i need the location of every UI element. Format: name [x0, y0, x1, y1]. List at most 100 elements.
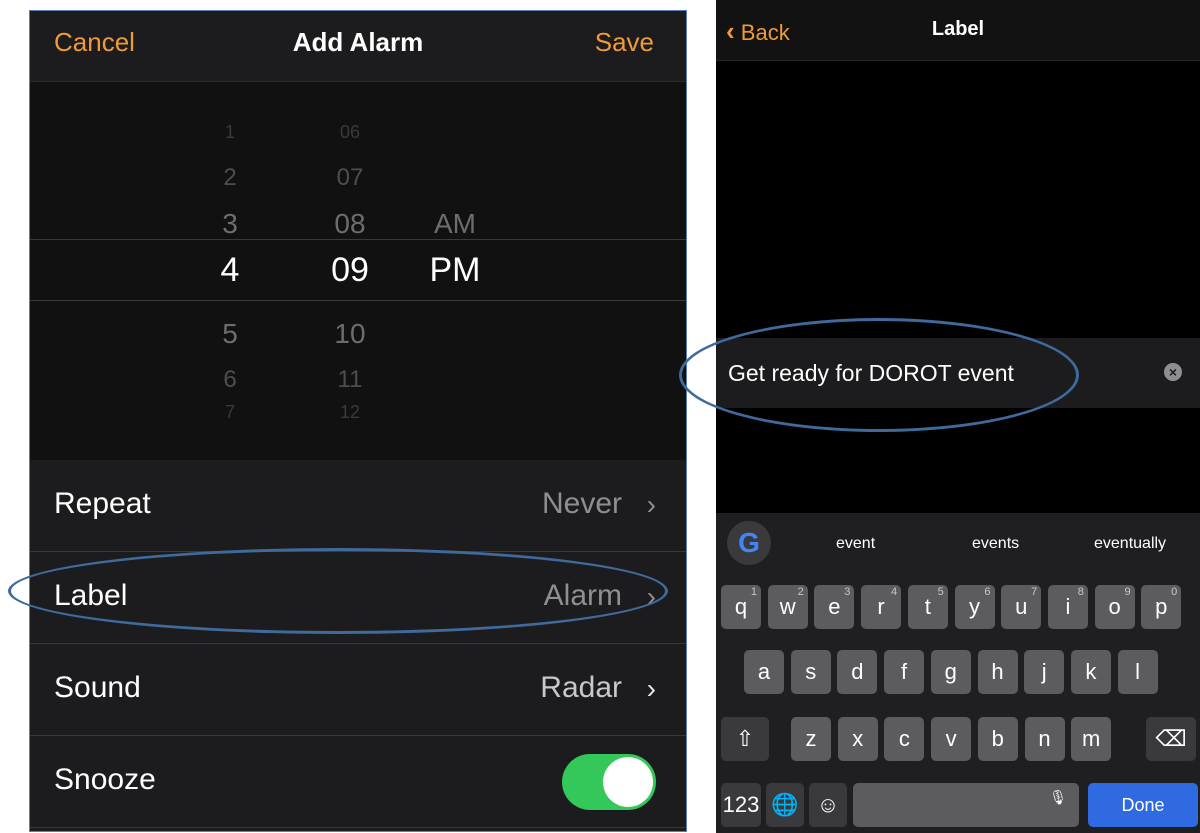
minute-selected[interactable]: 09 [320, 251, 380, 290]
keyboard: G event events eventually q1w2e3r4t5y6u7… [716, 513, 1200, 833]
space-bar[interactable]: 🎙 [853, 783, 1079, 827]
hour-option[interactable]: 5 [210, 318, 250, 350]
key-j[interactable]: j [1024, 650, 1065, 694]
key-label: p [1155, 594, 1168, 619]
key-f[interactable]: f [884, 650, 925, 694]
minute-option[interactable]: 07 [320, 164, 380, 192]
key-n[interactable]: n [1024, 717, 1065, 761]
key-label: v [945, 726, 957, 751]
key-label: m [1082, 726, 1101, 751]
hour-option[interactable]: 1 [210, 122, 250, 143]
suggestion-bar: G event events eventually [716, 513, 1200, 573]
label-input-value[interactable]: Get ready for DOROT event [728, 360, 1014, 387]
nav-bar: ‹ Back Label [716, 0, 1200, 61]
key-r[interactable]: r4 [861, 585, 902, 629]
sound-row[interactable]: Sound Radar › [30, 644, 686, 736]
key-number-hint: 8 [1077, 586, 1084, 598]
alarm-settings-list: Repeat Never › Label Alarm › Sound Radar… [30, 460, 686, 828]
period-selected[interactable]: PM [420, 251, 490, 290]
key-label: x [852, 726, 864, 751]
key-h[interactable]: h [977, 650, 1018, 694]
hour-option[interactable]: 6 [210, 366, 250, 394]
period-option[interactable]: AM [420, 208, 490, 240]
key-g[interactable]: g [930, 650, 971, 694]
key-label: s [805, 659, 817, 684]
key-label: n [1038, 726, 1051, 751]
key-y[interactable]: y6 [954, 585, 995, 629]
key-label: a [757, 659, 771, 684]
minute-option[interactable]: 06 [320, 122, 380, 143]
repeat-row[interactable]: Repeat Never › [30, 460, 686, 552]
label-row[interactable]: Label Alarm › [30, 552, 686, 644]
emoji-icon[interactable]: ☺ [809, 783, 847, 827]
key-e[interactable]: e3 [814, 585, 855, 629]
key-v[interactable]: v [931, 717, 972, 761]
hour-option[interactable]: 7 [210, 402, 250, 423]
key-m[interactable]: m [1071, 717, 1112, 761]
key-b[interactable]: b [977, 717, 1018, 761]
key-p[interactable]: p0 [1141, 585, 1182, 629]
hour-option[interactable]: 2 [210, 164, 250, 192]
key-label: i [1065, 594, 1071, 619]
key-label: h [991, 659, 1004, 684]
google-icon[interactable]: G [727, 521, 771, 565]
minute-option[interactable]: 10 [320, 318, 380, 350]
suggestion[interactable]: event [836, 535, 875, 553]
key-t[interactable]: t5 [907, 585, 948, 629]
key-k[interactable]: k [1070, 650, 1111, 694]
snooze-toggle[interactable] [562, 754, 656, 810]
key-u[interactable]: u7 [1001, 585, 1042, 629]
key-number-hint: 9 [1124, 586, 1131, 598]
chevron-right-icon: › [646, 673, 656, 704]
key-number-hint: 6 [984, 586, 991, 598]
suggestion[interactable]: eventually [1094, 535, 1166, 553]
done-button[interactable]: Done [1088, 783, 1198, 827]
key-o[interactable]: o9 [1094, 585, 1135, 629]
numbers-key[interactable]: 123 [721, 783, 761, 827]
key-c[interactable]: c [884, 717, 925, 761]
page-title: Label [931, 18, 985, 40]
key-number-hint: 5 [937, 586, 944, 598]
globe-icon[interactable]: 🌐 [766, 783, 804, 827]
key-i[interactable]: i8 [1047, 585, 1088, 629]
key-x[interactable]: x [837, 717, 878, 761]
repeat-value: Never [541, 487, 622, 520]
label-text-field[interactable]: Get ready for DOROT event × [716, 338, 1200, 408]
minute-option[interactable]: 12 [320, 402, 380, 423]
suggestion[interactable]: events [972, 535, 1019, 553]
save-button[interactable]: Save [595, 27, 654, 58]
label-value: Alarm [543, 579, 622, 612]
key-d[interactable]: d [837, 650, 878, 694]
key-label: f [901, 659, 908, 684]
mic-icon[interactable]: 🎙 [1049, 775, 1067, 819]
key-number-hint: 3 [844, 586, 851, 598]
hour-selected[interactable]: 4 [210, 251, 250, 290]
minute-option[interactable]: 08 [320, 208, 380, 240]
time-picker[interactable]: 1 2 3 4 5 6 7 06 07 08 09 10 11 12 AM PM [30, 82, 686, 460]
key-s[interactable]: s [790, 650, 831, 694]
key-label: o [1108, 594, 1121, 619]
key-w[interactable]: w2 [767, 585, 808, 629]
key-label: t [924, 594, 931, 619]
key-a[interactable]: a [744, 650, 784, 694]
clear-icon[interactable]: × [1164, 363, 1182, 381]
key-label: j [1041, 659, 1047, 684]
nav-bar: Cancel Add Alarm Save [30, 11, 686, 82]
page-title: Add Alarm [292, 27, 424, 57]
label-edit-screen: ‹ Back Label Get ready for DOROT event ×… [716, 0, 1200, 833]
key-q[interactable]: q1 [721, 585, 761, 629]
key-z[interactable]: z [791, 717, 831, 761]
hour-option[interactable]: 3 [210, 208, 250, 240]
sound-label: Sound [54, 671, 141, 704]
sound-value: Radar [540, 671, 622, 704]
minute-option[interactable]: 11 [320, 366, 380, 394]
key-label: c [898, 726, 910, 751]
label-label: Label [54, 579, 128, 612]
key-l[interactable]: l [1117, 650, 1158, 694]
key-label: b [991, 726, 1004, 751]
key-number-hint: 4 [890, 586, 898, 598]
shift-icon[interactable]: ⇧ [721, 717, 769, 761]
chevron-right-icon: › [646, 489, 656, 520]
backspace-icon[interactable]: ⌫ [1146, 717, 1196, 761]
repeat-label: Repeat [54, 487, 151, 520]
